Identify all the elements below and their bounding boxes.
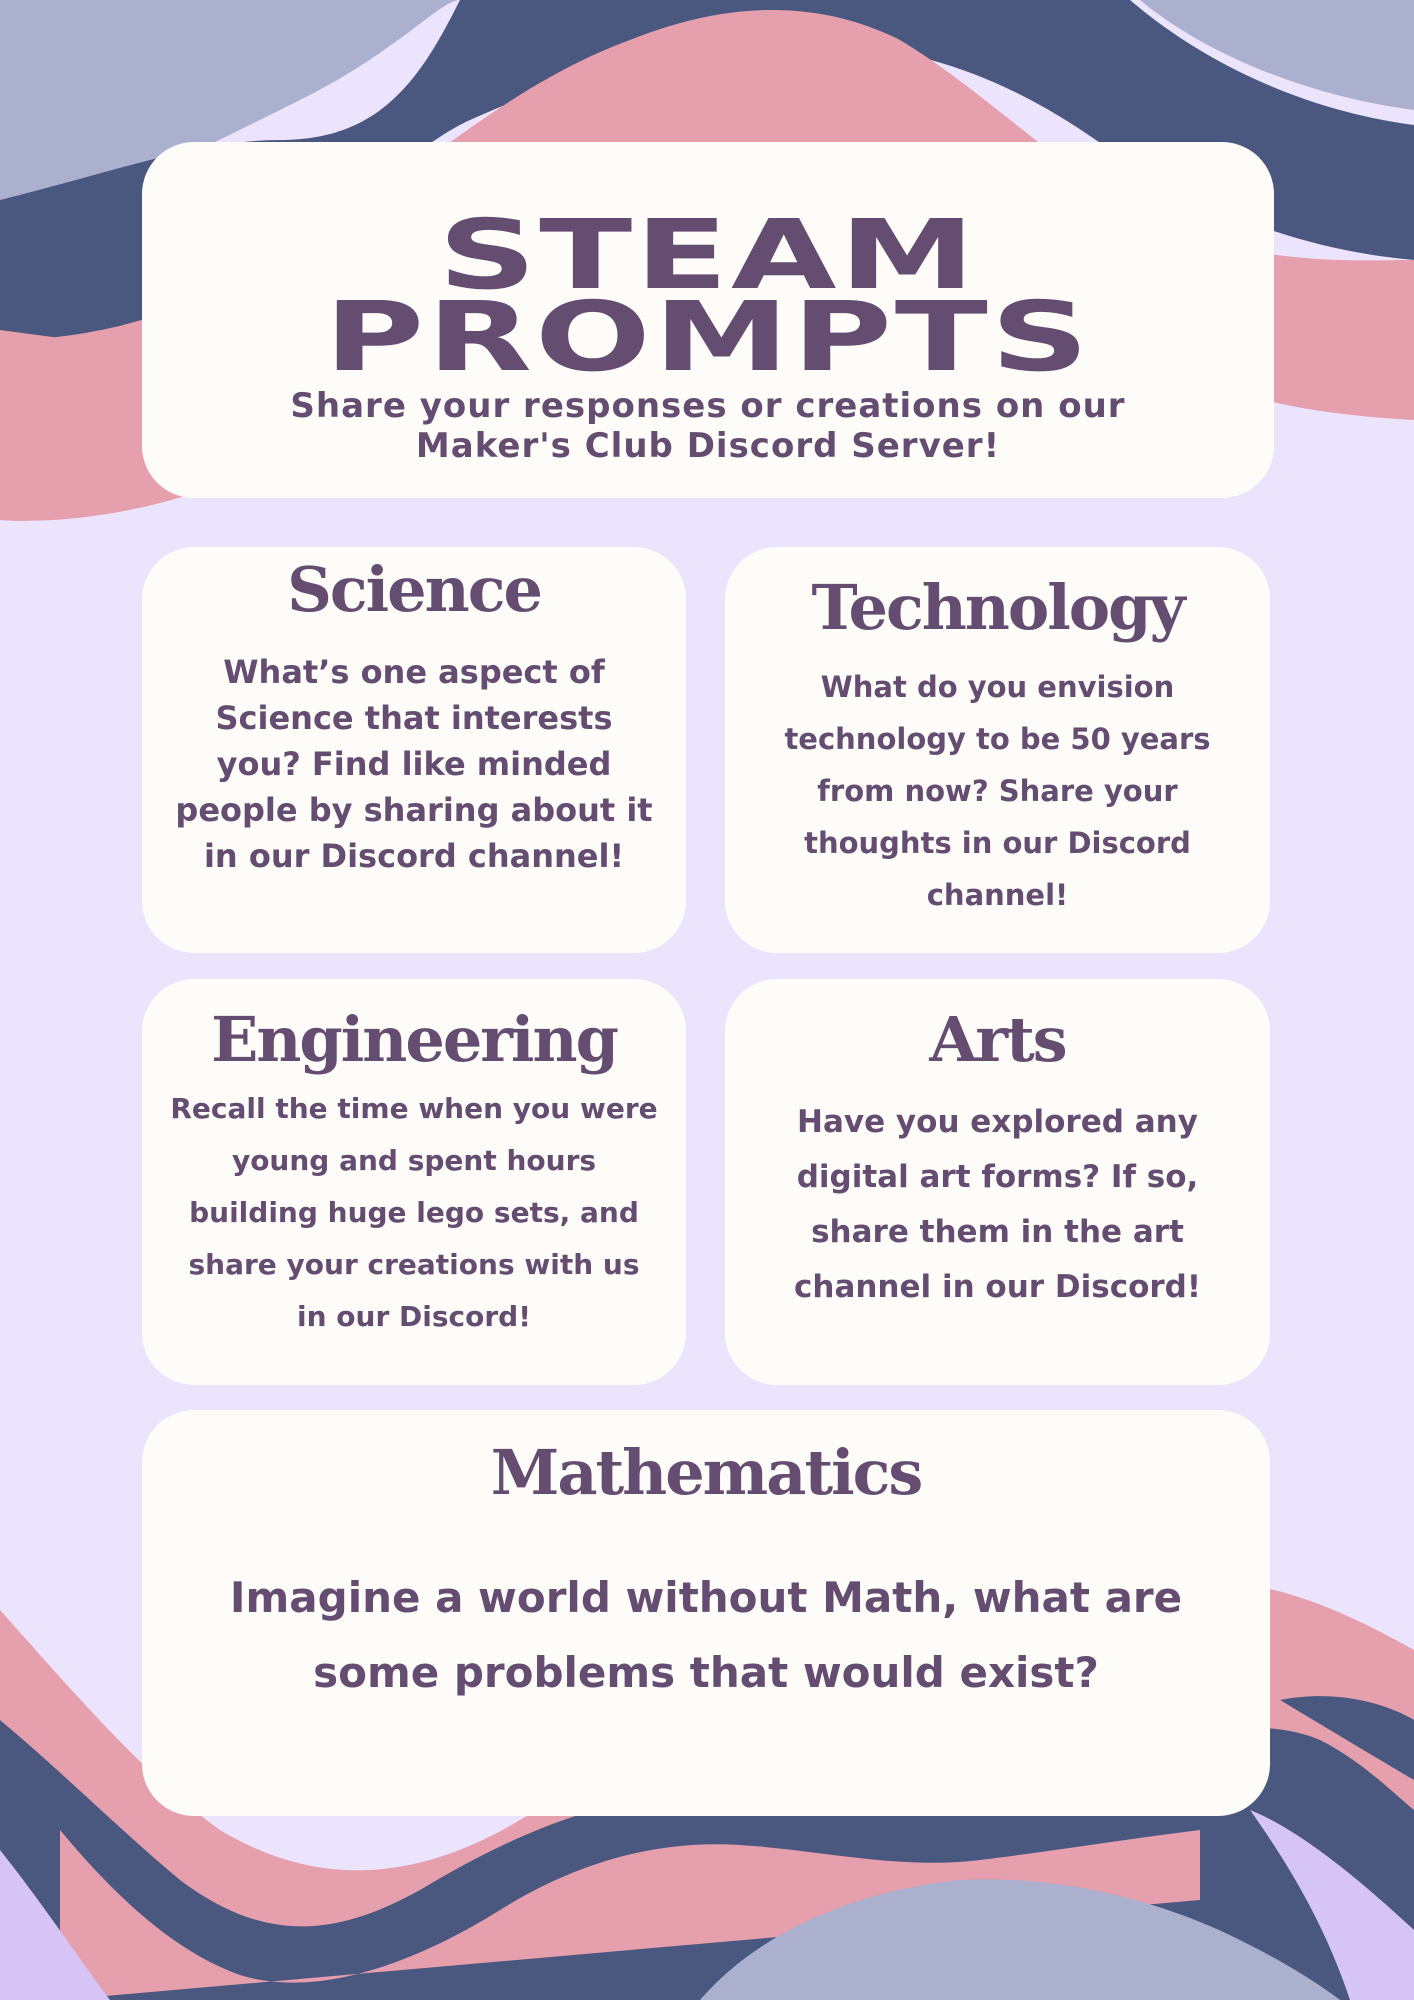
- engineering-card: Engineering Recall the time when you wer…: [142, 979, 686, 1385]
- engineering-heading: Engineering: [211, 1003, 619, 1076]
- title-card: STEAM PROMPTS Share your responses or cr…: [142, 142, 1274, 498]
- mathematics-prompt: Imagine a world without Math, what are s…: [229, 1573, 1183, 1697]
- science-heading: Science: [287, 553, 543, 626]
- technology-heading: Technology: [811, 571, 1185, 644]
- arts-card: Arts Have you explored any digital art f…: [725, 979, 1270, 1385]
- science-prompt: What’s one aspect of Science that intere…: [175, 653, 653, 875]
- engineering-prompt: Recall the time when you were young and …: [170, 1092, 658, 1333]
- mathematics-heading: Mathematics: [490, 1436, 924, 1509]
- technology-card: Technology What do you envision technolo…: [725, 547, 1270, 953]
- mathematics-card: Mathematics Imagine a world without Math…: [142, 1410, 1270, 1816]
- arts-prompt: Have you explored any digital art forms?…: [794, 1104, 1201, 1305]
- science-card: Science What’s one aspect of Science tha…: [142, 547, 686, 953]
- poster-title-line-2: PROMPTS: [324, 281, 1092, 393]
- technology-prompt: What do you envision technology to be 50…: [784, 670, 1211, 912]
- poster-subtitle: Share your responses or creations on our…: [290, 386, 1126, 466]
- arts-heading: Arts: [929, 1003, 1067, 1076]
